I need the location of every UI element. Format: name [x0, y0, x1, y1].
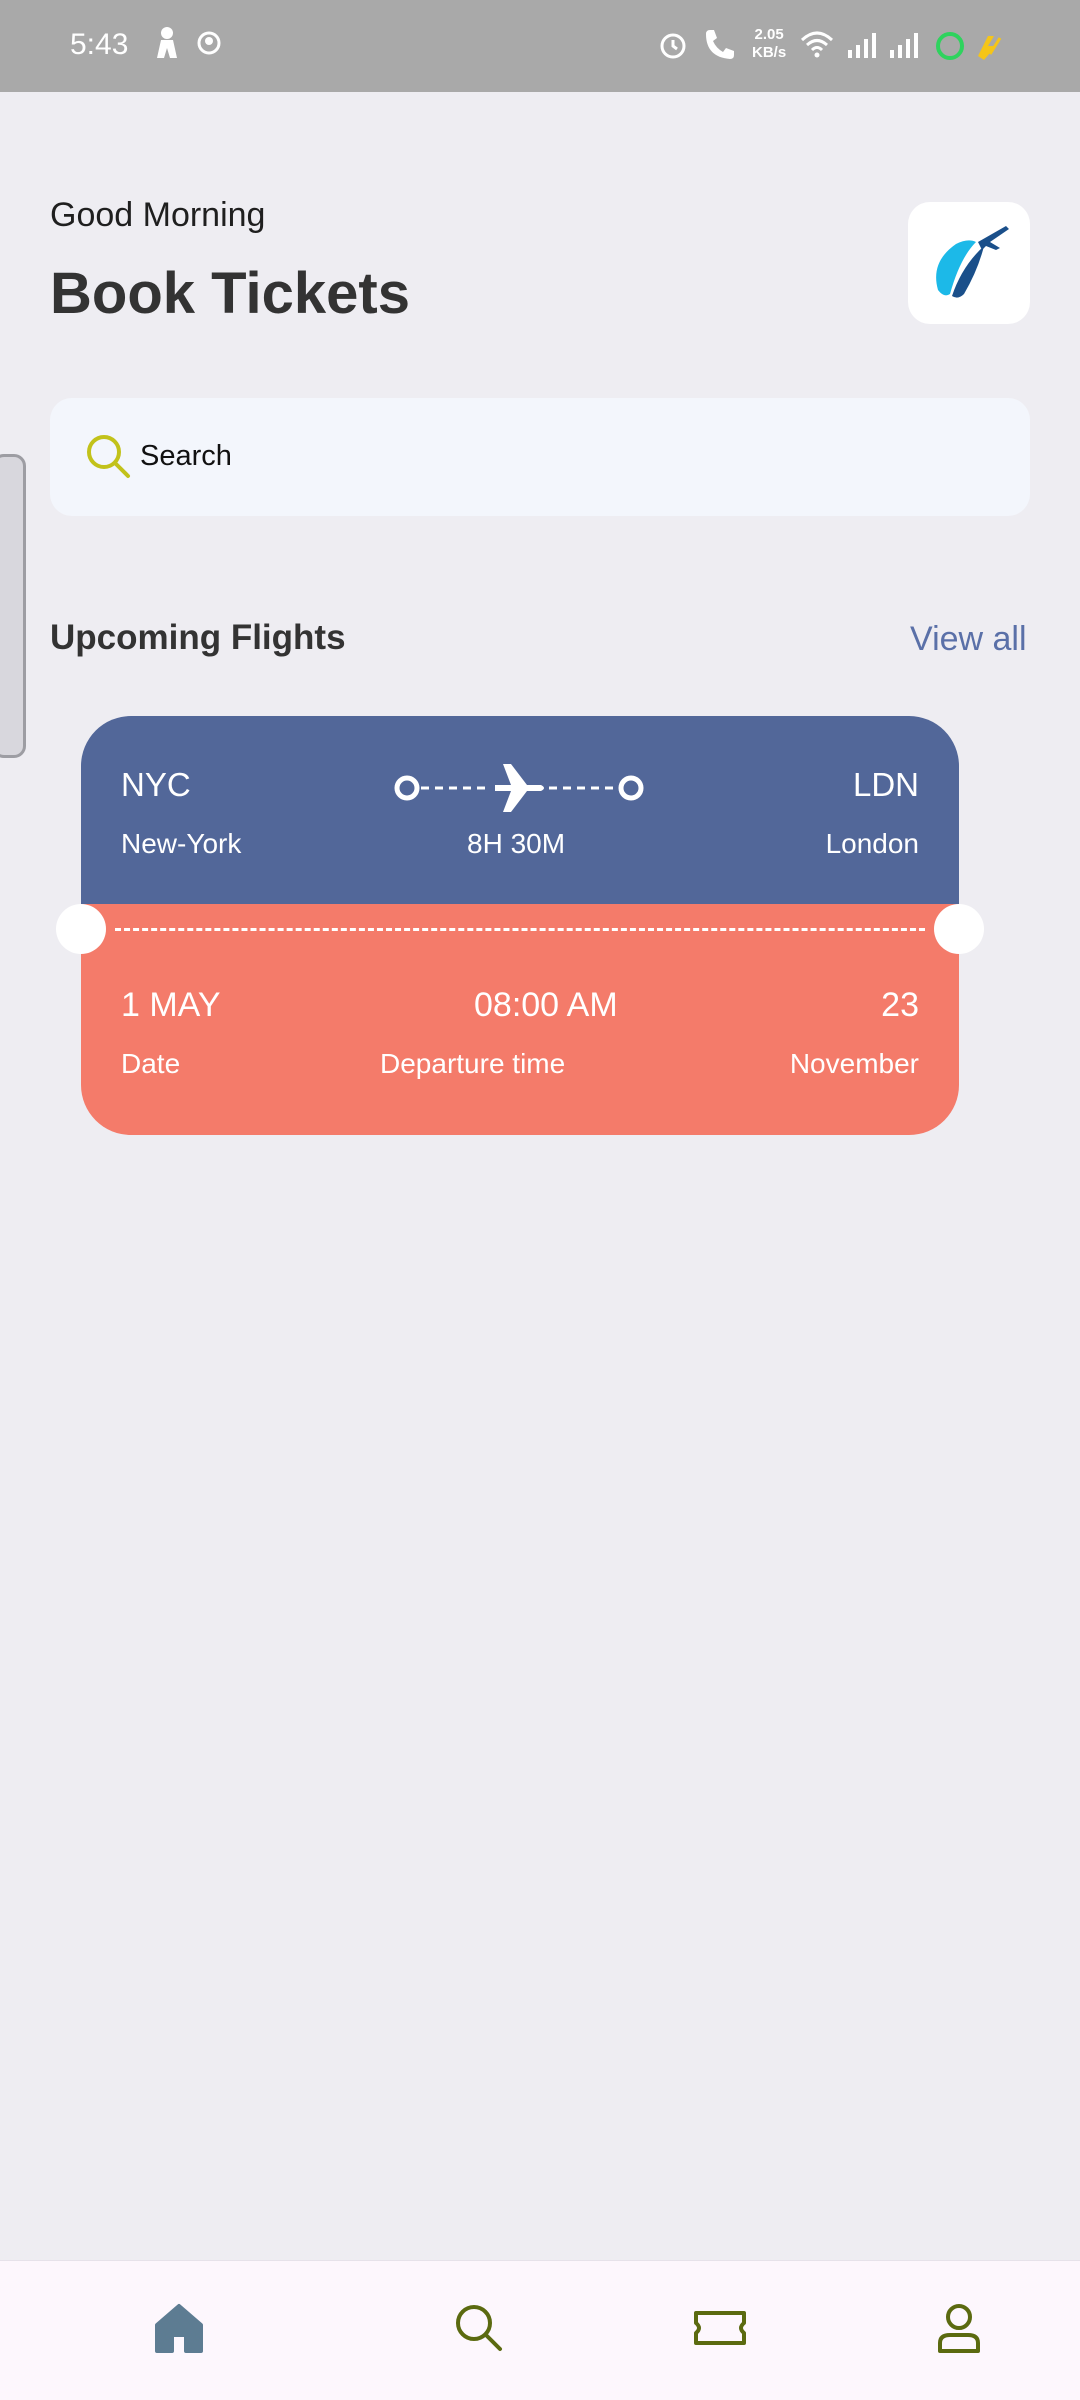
network-speed-value: 2.05: [754, 26, 784, 43]
call-icon: [706, 30, 734, 59]
ticket-notch-right: [934, 904, 984, 954]
ticket-icon[interactable]: [692, 2301, 748, 2355]
plane-icon: [495, 764, 544, 812]
page-title: Book Tickets: [50, 261, 410, 326]
flight-ticket-card[interactable]: NYC New-York 8H 30M LDN London 1 MAY Dat…: [56, 716, 984, 1135]
ticket-bottom-section: 1 MAY Date 08:00 AM Departure time 23 No…: [81, 954, 959, 1135]
view-all-link[interactable]: View all: [910, 620, 1027, 659]
status-bar: 5:43 2.05 KB/s: [0, 0, 1080, 92]
flight-date-value: 1 MAY: [121, 986, 221, 1024]
departure-time-value: 08:00 AM: [474, 986, 618, 1024]
circle-app-icon: [197, 31, 221, 55]
network-speed-unit: KB/s: [752, 44, 787, 61]
destination-city: London: [825, 828, 919, 859]
home-icon[interactable]: [152, 2301, 206, 2355]
origin-code: NYC: [121, 766, 191, 803]
flight-date-label: Date: [121, 1048, 181, 1079]
side-drawer-handle[interactable]: [0, 454, 26, 758]
signal-icon: [890, 33, 918, 58]
search-input[interactable]: Search: [50, 398, 1030, 516]
profile-icon[interactable]: [932, 2301, 986, 2355]
network-speed: 2.05 KB/s: [752, 26, 786, 62]
wifi-icon: [800, 31, 834, 58]
search-placeholder: Search: [140, 440, 232, 472]
departure-time-label: Departure time: [380, 1048, 566, 1079]
search-icon[interactable]: [452, 2301, 506, 2355]
status-time: 5:43: [70, 28, 129, 61]
flight-day-value: 23: [881, 986, 919, 1024]
airline-logo[interactable]: [908, 202, 1030, 324]
destination-code: LDN: [852, 766, 919, 803]
bottom-navigation: [0, 2260, 1080, 2400]
ticket-notch-left: [56, 904, 106, 954]
dashed-separator: [115, 928, 925, 931]
airline-logo-icon: [936, 226, 1009, 298]
alarm-icon: [660, 33, 686, 59]
person-icon: [157, 27, 177, 58]
ticket-top-section: NYC New-York 8H 30M LDN London: [81, 716, 959, 904]
origin-city: New-York: [121, 828, 242, 859]
battery-icon: [936, 32, 1002, 60]
flight-duration: 8H 30M: [467, 828, 566, 859]
signal-icon: [848, 33, 876, 58]
upcoming-flights-title: Upcoming Flights: [50, 618, 346, 657]
greeting-text: Good Morning: [50, 196, 266, 234]
flight-month-label: November: [789, 1048, 919, 1079]
flight-path-graphic: [394, 764, 644, 812]
search-icon: [87, 435, 130, 478]
